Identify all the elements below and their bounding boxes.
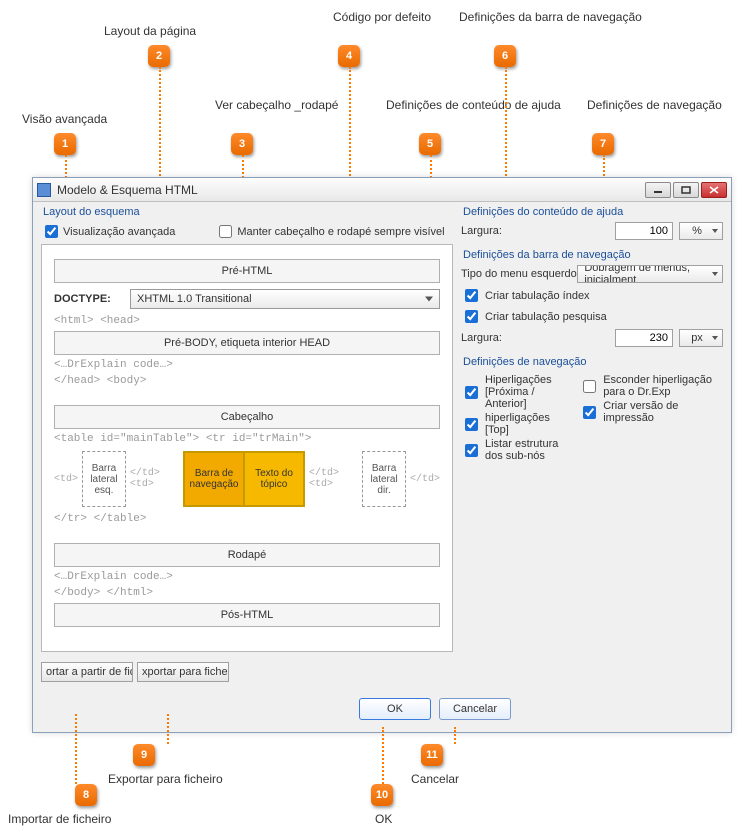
- callout-2-bubble: 2: [148, 45, 170, 67]
- help-width-unit-dropdown[interactable]: %: [679, 222, 723, 240]
- callout-4-bubble: 4: [338, 45, 360, 67]
- prev-next-checkbox[interactable]: [465, 386, 478, 399]
- nav-box[interactable]: Barra de navegação: [184, 452, 244, 506]
- callout-10-label: OK: [375, 812, 392, 826]
- pre-body-slot[interactable]: Pré-BODY, etiqueta interior HEAD: [54, 331, 440, 355]
- callout-7-label: Definições de navegação: [587, 98, 687, 112]
- keep-header-footer-checkbox[interactable]: [219, 225, 232, 238]
- code-table-close: </tr> </table>: [54, 513, 440, 525]
- callout-3-bubble: 3: [231, 133, 253, 155]
- cancel-button[interactable]: Cancelar: [439, 698, 511, 720]
- doctype-dropdown[interactable]: XHTML 1.0 Transitional: [130, 289, 440, 309]
- dialog-window: Modelo & Esquema HTML Layout do esquema …: [32, 177, 732, 733]
- left-column: Layout do esquema Visualização avançada …: [41, 206, 453, 688]
- create-index-tab-label: Criar tabulação índex: [485, 290, 590, 302]
- pre-html-slot[interactable]: Pré-HTML: [54, 259, 440, 283]
- create-search-tab-checkbox[interactable]: [465, 310, 478, 323]
- hide-drexp-checkbox[interactable]: [583, 380, 596, 393]
- footer-slot[interactable]: Rodapé: [54, 543, 440, 567]
- window-title: Modelo & Esquema HTML: [57, 183, 198, 197]
- callout-8-label: Importar de ficheiro: [8, 812, 111, 826]
- hide-drexp-label: Esconder hiperligação para o Dr.Exp: [603, 374, 723, 398]
- callout-6-bubble: 6: [494, 45, 516, 67]
- import-from-file-button[interactable]: ortar a partir de fich: [41, 662, 133, 682]
- list-subnodes-checkbox[interactable]: [465, 444, 478, 457]
- callout-9-bubble: 9: [133, 744, 155, 766]
- code-table-open: <table id="mainTable"> <tr id="trMain">: [54, 433, 440, 445]
- layout-main-row: <td> Barra lateral esq. </td><td> Barra …: [54, 451, 440, 507]
- callout-4-label: Código por defeito: [333, 10, 403, 24]
- app-icon: [37, 183, 51, 197]
- advanced-view-label: Visualização avançada: [63, 226, 175, 238]
- callout-7-bubble: 7: [592, 133, 614, 155]
- callout-5-label: Definições de conteúdo de ajuda: [386, 98, 536, 112]
- navbar-section: Definições da barra de navegação: [463, 249, 723, 261]
- callout-10-bubble: 10: [371, 784, 393, 806]
- left-menu-type-dropdown[interactable]: Dobragem de menus, inicialment: [577, 265, 723, 283]
- top-links-label: hiperligações [Top]: [485, 412, 567, 436]
- help-content-section: Definições do conteúdo de ajuda: [463, 206, 723, 218]
- callout-10-line: [382, 727, 384, 784]
- print-version-checkbox[interactable]: [583, 406, 596, 419]
- callout-8-bubble: 8: [75, 784, 97, 806]
- sidebar-left-box[interactable]: Barra lateral esq.: [82, 451, 126, 507]
- post-html-slot[interactable]: Pós-HTML: [54, 603, 440, 627]
- code-html-head: <html> <head>: [54, 315, 440, 327]
- callout-8-line: [75, 714, 77, 784]
- right-column: Definições do conteúdo de ajuda Largura:…: [461, 206, 723, 688]
- code-drex-2: <…DrExplain code…>: [54, 571, 440, 583]
- code-head-body: </head> <body>: [54, 375, 440, 387]
- callout-2-label: Layout da página: [104, 24, 196, 38]
- sidebar-right-box[interactable]: Barra lateral dir.: [362, 451, 406, 507]
- callout-9-line: [167, 714, 169, 744]
- minimize-button[interactable]: [645, 182, 671, 198]
- callout-11-bubble: 11: [421, 744, 443, 766]
- layout-preview: Pré-HTML DOCTYPE: XHTML 1.0 Transitional…: [41, 244, 453, 652]
- code-body-html: </body> </html>: [54, 587, 440, 599]
- keep-header-footer-label: Manter cabeçalho e rodapé sempre visível: [237, 226, 444, 238]
- print-version-label: Criar versão de impressão: [603, 400, 723, 424]
- callout-9-label: Exportar para ficheiro: [108, 772, 223, 786]
- help-width-input[interactable]: [615, 222, 673, 240]
- advanced-view-checkbox[interactable]: [45, 225, 58, 238]
- layout-section-label: Layout do esquema: [43, 206, 453, 218]
- navdef-section: Definições de navegação: [463, 356, 723, 368]
- callout-3-label: Ver cabeçalho _rodapé: [215, 98, 325, 112]
- nav-width-input[interactable]: [615, 329, 673, 347]
- doctype-label: DOCTYPE:: [54, 293, 124, 305]
- callout-11-label: Cancelar: [411, 772, 459, 786]
- help-width-label: Largura:: [461, 225, 591, 237]
- close-button[interactable]: [701, 182, 727, 198]
- callout-1-bubble: 1: [54, 133, 76, 155]
- nav-width-unit-dropdown[interactable]: px: [679, 329, 723, 347]
- create-search-tab-label: Criar tabulação pesquisa: [485, 311, 607, 323]
- maximize-button[interactable]: [673, 182, 699, 198]
- nav-width-label: Largura:: [461, 332, 591, 344]
- header-slot[interactable]: Cabeçalho: [54, 405, 440, 429]
- titlebar: Modelo & Esquema HTML: [33, 178, 731, 202]
- center-pair: Barra de navegação Texto do tópico: [183, 451, 305, 507]
- export-to-file-button[interactable]: xportar para ficheir: [137, 662, 229, 682]
- create-index-tab-checkbox[interactable]: [465, 289, 478, 302]
- left-menu-type-label: Tipo do menu esquerdo: [461, 268, 577, 280]
- top-links-checkbox[interactable]: [465, 418, 478, 431]
- ok-button[interactable]: OK: [359, 698, 431, 720]
- callout-1-label: Visão avançada: [22, 112, 107, 126]
- topic-box[interactable]: Texto do tópico: [244, 452, 304, 506]
- list-subnodes-label: Listar estrutura dos sub-nós: [485, 438, 567, 462]
- callout-6-label: Definições da barra de navegação: [459, 10, 599, 24]
- callout-11-line: [454, 727, 456, 744]
- code-drex-1: <…DrExplain code…>: [54, 359, 440, 371]
- prev-next-label: Hiperligações [Próxima / Anterior]: [485, 374, 567, 410]
- callout-5-bubble: 5: [419, 133, 441, 155]
